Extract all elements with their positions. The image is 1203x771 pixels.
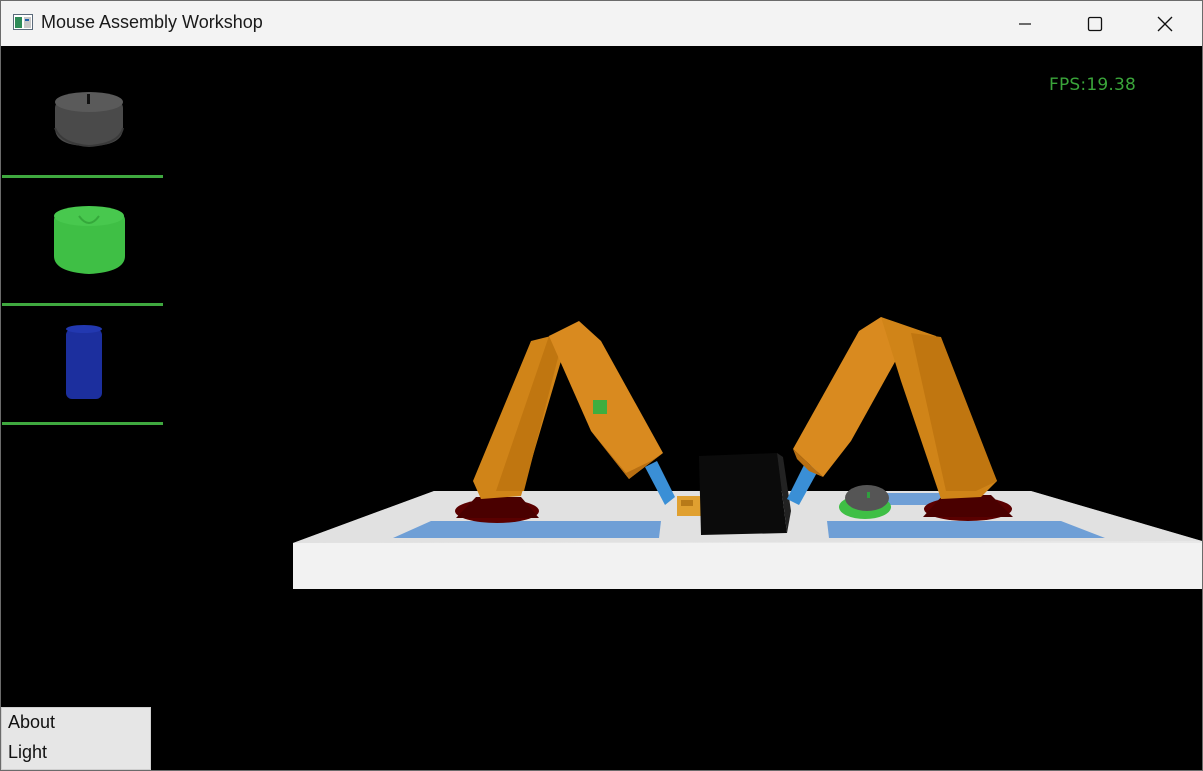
maximize-icon xyxy=(1087,16,1103,31)
left-pad xyxy=(393,521,661,538)
3d-viewport[interactable] xyxy=(1,46,1202,770)
table-front xyxy=(293,543,1202,589)
close-icon xyxy=(1157,16,1173,31)
palette-item-blue-cylinder[interactable] xyxy=(1,321,163,425)
palette-separator xyxy=(2,175,163,178)
app-icon xyxy=(13,14,33,30)
blue-cylinder-part-icon xyxy=(66,325,102,399)
close-button[interactable] xyxy=(1130,1,1200,46)
left-arm-marker xyxy=(593,400,607,414)
palette-separator xyxy=(2,422,163,425)
maximize-button[interactable] xyxy=(1060,1,1130,46)
palette-item-dark-shell[interactable] xyxy=(1,68,163,178)
center-black-box xyxy=(699,453,787,535)
context-menu: About Light xyxy=(1,707,151,770)
scene-canvas xyxy=(293,317,1202,589)
menu-item-light[interactable]: Light xyxy=(8,742,47,763)
palette-item-green-shell[interactable] xyxy=(1,196,163,306)
green-shell-part-icon xyxy=(54,206,125,274)
dark-shell-part-icon xyxy=(54,92,124,148)
app-window: Mouse Assembly Workshop FPS:19.38 About … xyxy=(0,0,1203,771)
palette-separator xyxy=(2,303,163,306)
minimize-button[interactable] xyxy=(990,1,1060,46)
title-bar[interactable]: Mouse Assembly Workshop xyxy=(1,1,1202,46)
menu-item-about[interactable]: About xyxy=(8,712,55,733)
right-pad xyxy=(827,521,1105,538)
window-title: Mouse Assembly Workshop xyxy=(41,12,263,32)
minimize-icon xyxy=(1019,22,1031,25)
fps-counter: FPS:19.38 xyxy=(1049,75,1137,95)
